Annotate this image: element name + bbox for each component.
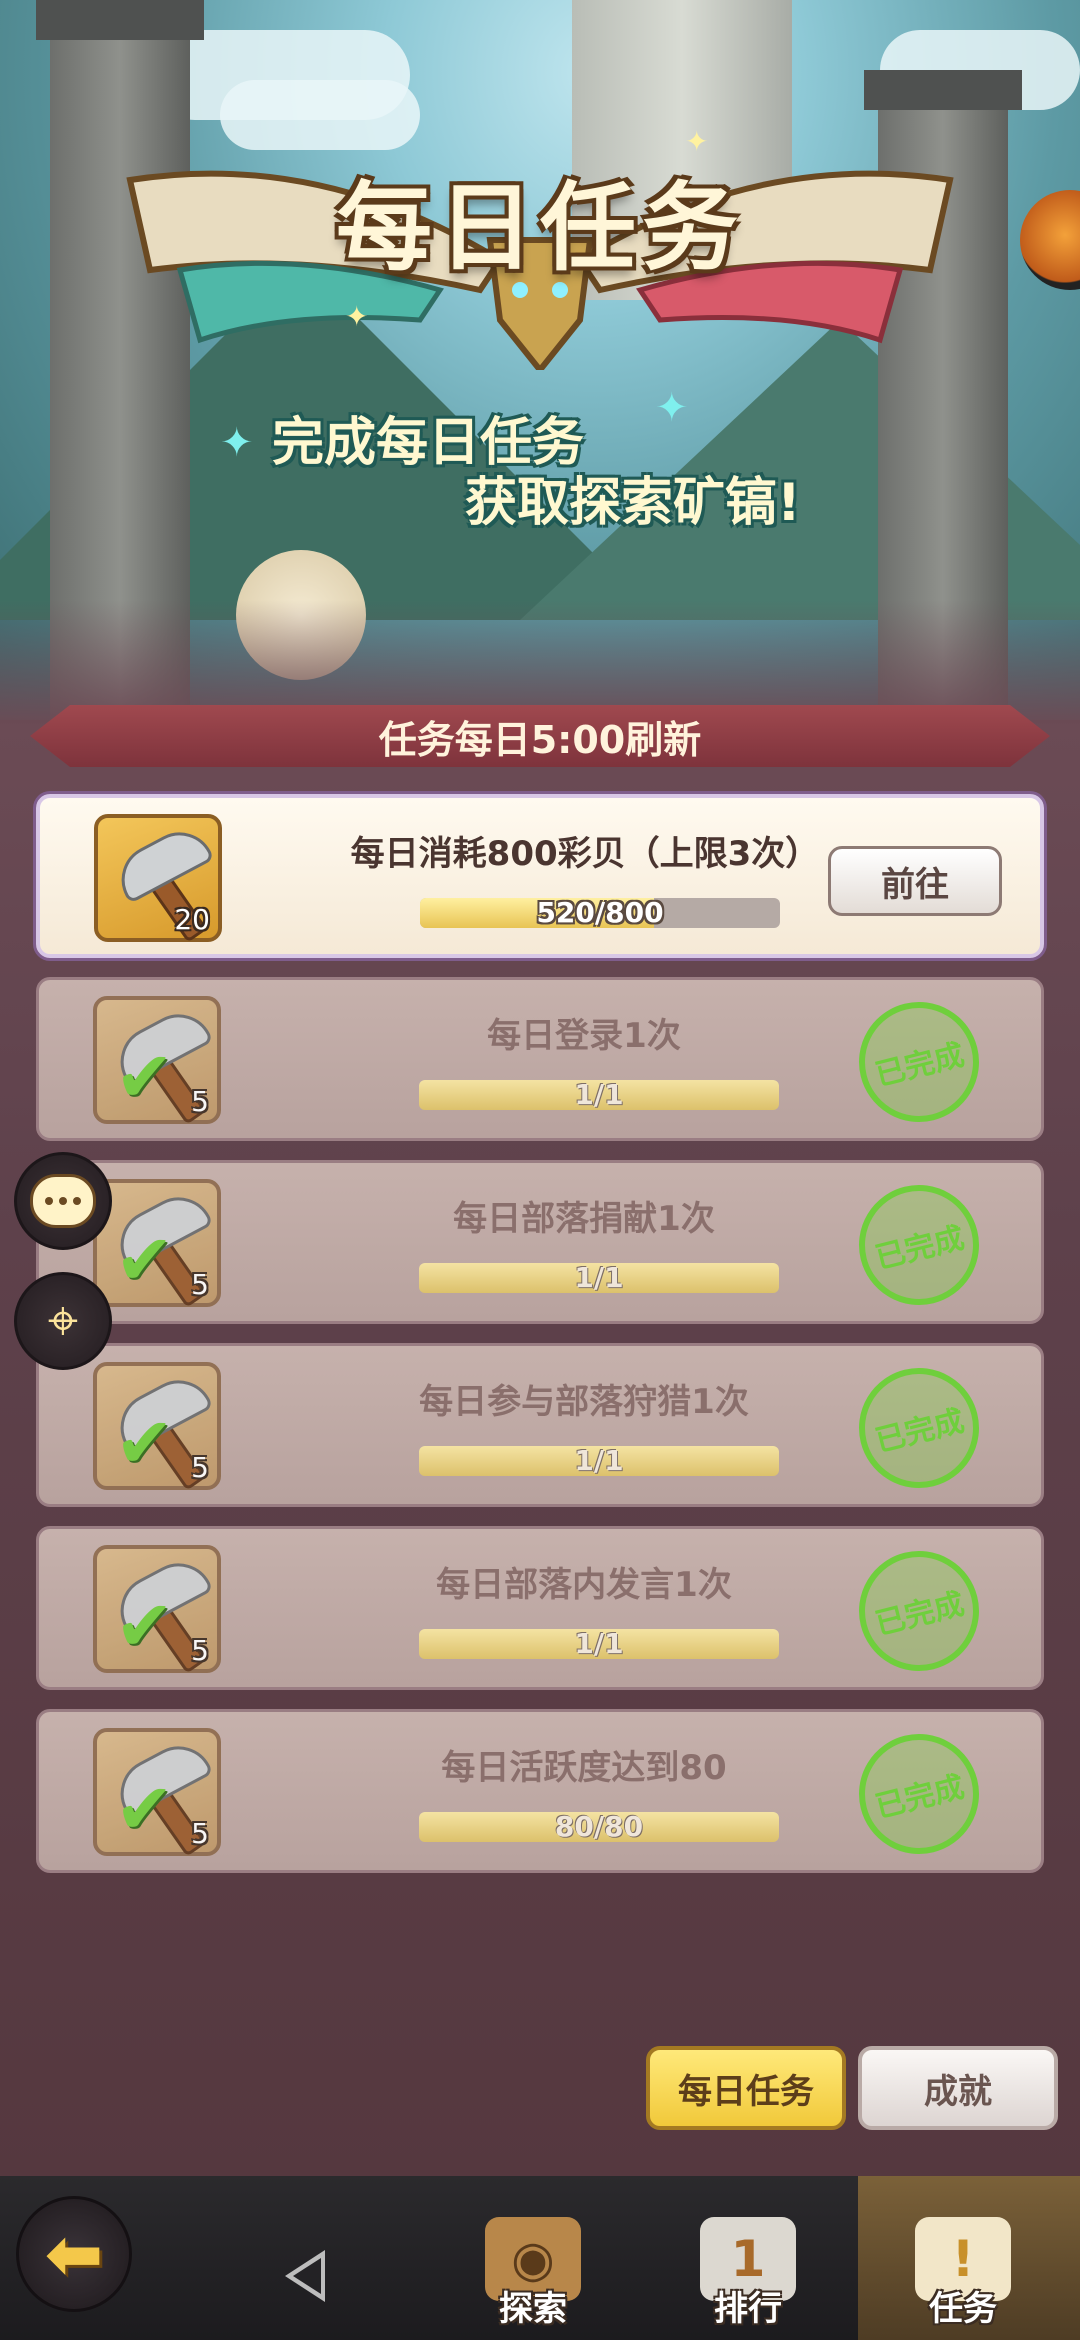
back-button[interactable]: ⬅	[16, 2196, 132, 2312]
task-progress-bar: 1/1	[419, 1629, 779, 1659]
task-progress-text: 1/1	[574, 1629, 624, 1659]
pickaxe-icon: ✔ 5	[93, 1545, 221, 1674]
task-progress-text: 520/800	[536, 898, 664, 928]
reward-count: 5	[191, 1817, 209, 1850]
nav-ranking-label: 排行	[714, 2289, 782, 2329]
nav-tasks[interactable]: ! 任务	[893, 2200, 1033, 2330]
sparkle-icon: ✦	[220, 420, 254, 466]
system-back-icon[interactable]	[285, 2250, 325, 2302]
task-progress-bar: 80/80	[419, 1812, 779, 1842]
refresh-notice-text: 任务每日5:00刷新	[378, 717, 702, 762]
task-card: ✔ 5 每日活跃度达到80 80/80 已完成	[36, 1709, 1044, 1873]
task-progress-bar: 1/1	[419, 1263, 779, 1293]
task-title: 每日活跃度达到80	[441, 1748, 727, 1788]
task-card: ✔ 5 每日部落捐献1次 1/1 已完成	[36, 1160, 1044, 1324]
task-title: 每日消耗800彩贝（上限3次）	[350, 834, 820, 874]
task-card: ✔ 5 每日部落内发言1次 1/1 已完成	[36, 1526, 1044, 1690]
reward-count: 5	[191, 1268, 209, 1301]
task-title: 每日部落捐献1次	[453, 1199, 715, 1239]
task-progress-bar: 1/1	[419, 1080, 779, 1110]
sparkle-icon: ✦	[655, 385, 689, 431]
task-progress-text: 1/1	[574, 1446, 624, 1476]
task-progress-text: 1/1	[574, 1263, 624, 1293]
nav-explore-label: 探索	[499, 2289, 567, 2329]
check-icon: ✔	[115, 1585, 174, 1667]
sparkle-icon: ✦	[345, 300, 369, 333]
pickaxe-icon: ✔ 5	[93, 1728, 221, 1857]
page-title: 每日任务	[336, 172, 744, 284]
task-progress-bar: 1/1	[419, 1446, 779, 1476]
task-progress-text: 80/80	[554, 1812, 644, 1842]
nav-ranking[interactable]: 1 排行	[678, 2200, 818, 2330]
refresh-notice-ribbon: 任务每日5:00刷新	[30, 705, 1050, 767]
nav-explore[interactable]: ◉ 探索	[463, 2200, 603, 2330]
check-icon: ✔	[115, 1219, 174, 1301]
check-icon: ✔	[115, 1768, 174, 1850]
sparkle-icon: ✦	[685, 125, 709, 158]
reward-count: 20	[174, 903, 210, 936]
chat-button[interactable]	[14, 1152, 112, 1250]
task-card: ✔ 5 每日登录1次 1/1 已完成	[36, 977, 1044, 1141]
task-card: 20 每日消耗800彩贝（上限3次） 520/800 前往	[36, 794, 1044, 958]
task-progress-bar: 520/800	[420, 898, 780, 928]
check-icon: ✔	[115, 1402, 174, 1484]
task-card: ✔ 5 每日参与部落狩猎1次 1/1 已完成	[36, 1343, 1044, 1507]
go-button[interactable]: 前往	[828, 846, 1002, 916]
banner-subtitle-2: 获取探索矿镐!	[465, 473, 801, 533]
pickaxe-icon: ✔ 5	[93, 1179, 221, 1308]
pickaxe-icon: ✔ 5	[93, 1362, 221, 1491]
tab-achievements[interactable]: 成就	[858, 2046, 1058, 2130]
reward-count: 5	[191, 1451, 209, 1484]
reward-count: 5	[191, 1634, 209, 1667]
back-arrow-icon: ⬅	[44, 2213, 104, 2295]
pickaxe-icon: ✔ 5	[93, 996, 221, 1125]
location-button[interactable]: ⌖	[14, 1272, 112, 1370]
task-title: 每日登录1次	[487, 1016, 681, 1056]
task-title: 每日参与部落狩猎1次	[419, 1382, 749, 1422]
location-pin-icon: ⌖	[47, 1289, 79, 1352]
check-icon: ✔	[115, 1036, 174, 1118]
reward-count: 5	[191, 1085, 209, 1118]
pickaxe-icon: 20	[94, 814, 222, 943]
nav-tasks-label: 任务	[929, 2289, 997, 2329]
tab-daily-tasks[interactable]: 每日任务	[646, 2046, 846, 2130]
chat-bubble-icon	[30, 1174, 96, 1228]
task-title: 每日部落内发言1次	[436, 1565, 732, 1605]
task-progress-text: 1/1	[574, 1080, 624, 1110]
